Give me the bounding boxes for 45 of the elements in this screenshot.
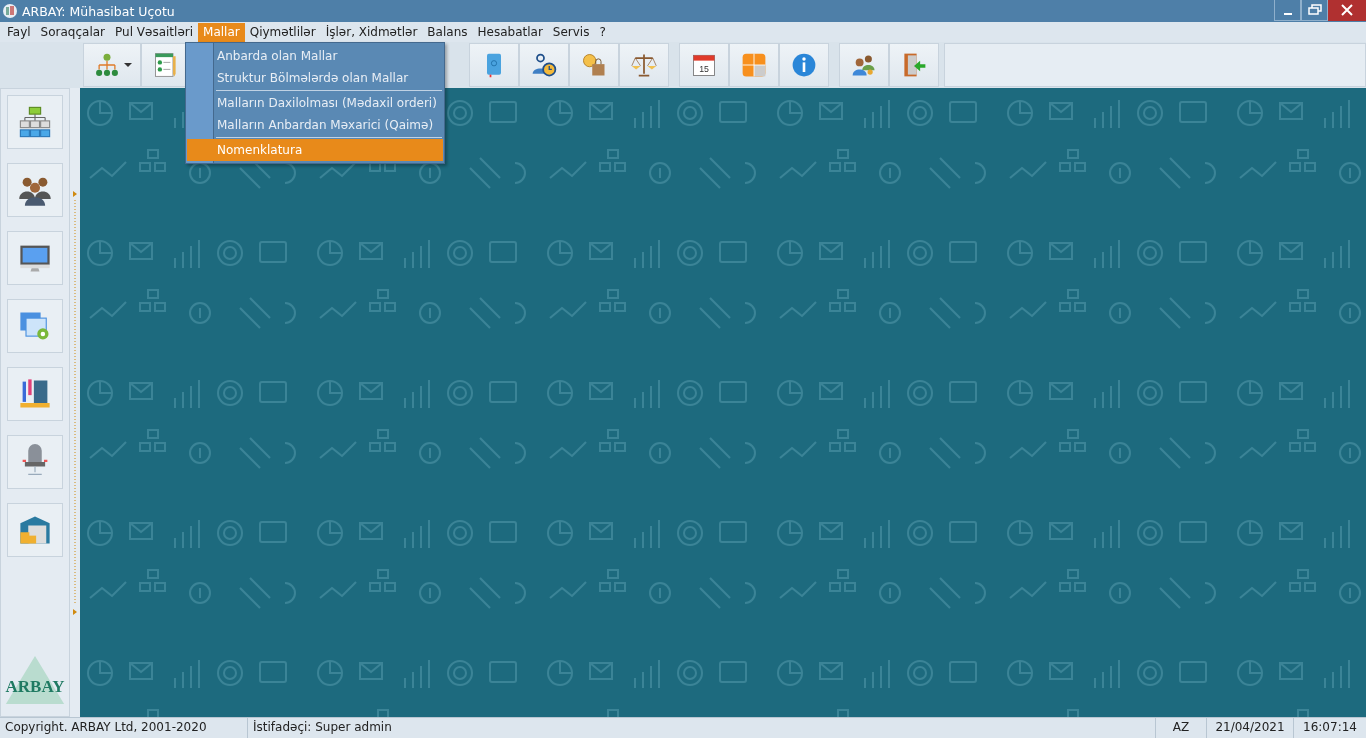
- menu-item[interactable]: Fayl: [2, 22, 36, 42]
- copyright-text: Copyright. ARBAY Ltd, 2001-2020: [0, 718, 248, 738]
- toolbar-button[interactable]: [839, 43, 889, 87]
- menu-item[interactable]: ?: [594, 22, 611, 42]
- menu-item[interactable]: Soraqçalar: [35, 22, 111, 42]
- close-icon: [1341, 4, 1353, 16]
- toolbar-button[interactable]: [619, 43, 669, 87]
- close-button[interactable]: [1328, 0, 1366, 21]
- language-indicator: AZ: [1156, 718, 1207, 738]
- menu-item[interactable]: Servis: [547, 22, 595, 42]
- info-icon: [790, 51, 818, 79]
- menu-item[interactable]: Balans: [422, 22, 473, 42]
- hierarchy-icon: [17, 104, 53, 140]
- toolbar-button[interactable]: [519, 43, 569, 87]
- time-text: 16:07:14: [1302, 719, 1358, 736]
- org-chart-button[interactable]: [83, 43, 141, 87]
- user-text: İstifadəçi: Super admin: [248, 718, 1156, 738]
- date-text: 21/04/2021: [1207, 718, 1294, 738]
- caret-icon: [123, 63, 132, 67]
- toolbar-button[interactable]: [779, 43, 829, 87]
- toolbar-button[interactable]: [889, 43, 939, 87]
- menu-item[interactable]: Qiymətlilər: [244, 22, 321, 42]
- app-icon: [2, 3, 18, 19]
- window-title: ARBAY: Mühasibat Uçotu: [22, 3, 175, 19]
- calculator-icon: [740, 51, 768, 79]
- menu-item[interactable]: İşlər, Xidmətlər: [320, 22, 423, 42]
- toolbar-button[interactable]: 15: [679, 43, 729, 87]
- splitter-handle[interactable]: [70, 88, 80, 717]
- sidebar-button[interactable]: [7, 299, 63, 353]
- restore-button[interactable]: [1301, 0, 1328, 21]
- minimize-icon: [1283, 13, 1292, 15]
- person-clock-icon: [530, 51, 558, 79]
- sidebar-button[interactable]: [7, 435, 63, 489]
- sidebar-button[interactable]: [7, 503, 63, 557]
- minimize-button[interactable]: [1274, 0, 1301, 21]
- sidebar-button[interactable]: [7, 231, 63, 285]
- sidebar-button[interactable]: [7, 367, 63, 421]
- company-logo: ARBAY: [3, 654, 67, 706]
- toolbar-button[interactable]: [569, 43, 619, 87]
- sidebar-button[interactable]: [7, 95, 63, 149]
- menu-item[interactable]: Pul Vəsaitləri: [110, 22, 199, 42]
- sidebar-button[interactable]: [7, 163, 63, 217]
- menu-item[interactable]: Hesabatlar: [472, 22, 548, 42]
- coin-bag-icon: [580, 51, 608, 79]
- restore-icon: [1307, 4, 1322, 16]
